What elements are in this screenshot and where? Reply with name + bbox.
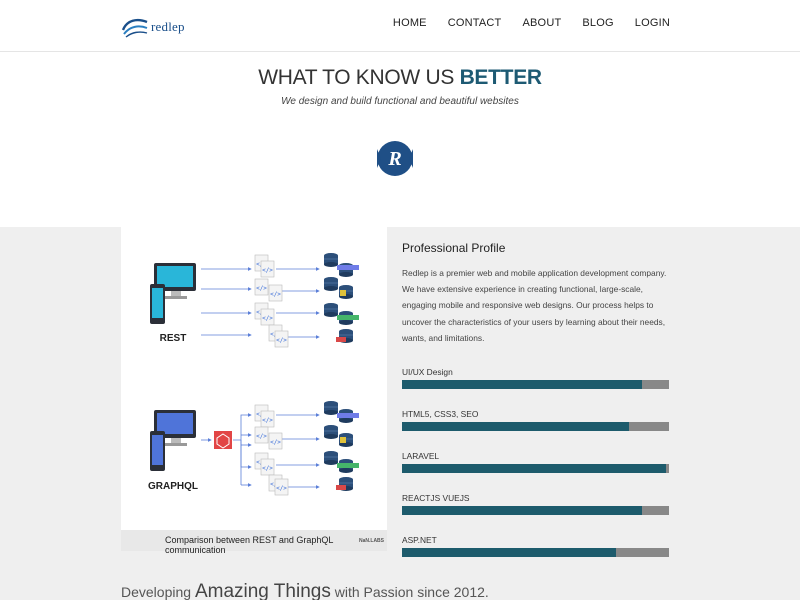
- skill-track: [402, 422, 669, 431]
- skill-reactjs-vuejs: REACTJS VUEJS: [402, 493, 669, 515]
- section-title: WHAT TO KNOW US BETTER: [0, 66, 800, 90]
- tagline-highlight: Amazing Things: [194, 581, 331, 600]
- skill-uiux: UI/UX Design: [402, 367, 669, 389]
- badge-letter: R: [387, 148, 401, 170]
- site-header: redlep HOME CONTACT ABOUT BLOG LOGIN: [0, 0, 800, 52]
- nav-home[interactable]: HOME: [393, 17, 427, 29]
- nav-login[interactable]: LOGIN: [635, 17, 670, 29]
- profile-body: Redlep is a premier web and mobile appli…: [402, 268, 667, 343]
- section-subtitle: We design and build functional and beaut…: [281, 96, 519, 107]
- logo-wave-icon: [121, 18, 148, 38]
- skill-laravel: LARAVEL: [402, 451, 669, 473]
- skill-label: REACTJS VUEJS: [402, 493, 470, 503]
- skill-label: UI/UX Design: [402, 367, 453, 377]
- section-title-accent: BETTER: [459, 66, 543, 89]
- logo[interactable]: redlep: [121, 14, 185, 40]
- skill-fill: [402, 422, 629, 431]
- main-nav: HOME CONTACT ABOUT BLOG LOGIN: [372, 17, 670, 29]
- nav-about[interactable]: ABOUT: [522, 17, 561, 29]
- rest-label: REST: [160, 333, 187, 344]
- graphql-diagram: GRAPHQL: [148, 400, 359, 496]
- section-title-plain: WHAT TO KNOW US: [258, 66, 460, 89]
- skill-aspnet: ASP.NET: [402, 535, 669, 557]
- skill-label: LARAVEL: [402, 451, 440, 461]
- about-section: [0, 227, 800, 600]
- professional-profile: Professional Profile Redlep is a premier…: [402, 241, 670, 346]
- skill-fill: [402, 548, 616, 557]
- diagram-caption: Comparison between REST and GraphQL comm…: [165, 535, 334, 555]
- tagline-post: with Passion since 2012.: [330, 584, 489, 600]
- skill-fill: [402, 464, 667, 473]
- nav-contact[interactable]: CONTACT: [448, 17, 502, 29]
- graphql-label: GRAPHQL: [148, 481, 198, 492]
- tagline: Developing Amazing Things with Passion s…: [121, 581, 489, 600]
- skill-fill: [402, 506, 643, 515]
- tagline-pre: Developing: [121, 584, 195, 600]
- skill-html-css-seo: HTML5, CSS3, SEO: [402, 409, 669, 431]
- logo-text: redlep: [151, 19, 185, 34]
- skill-track: [402, 548, 669, 557]
- rest-vs-graphql-diagram: </> REST GRAPHQL Comparison between REST…: [121, 227, 387, 555]
- nav-blog[interactable]: BLOG: [582, 17, 613, 29]
- diagram-caption-bar: Comparison between REST and GraphQL comm…: [121, 530, 387, 555]
- brand-badge-icon: R: [377, 136, 413, 181]
- diagram-graphic: </> REST GRAPHQL: [148, 252, 359, 496]
- skill-track: [402, 464, 669, 473]
- skill-label: ASP.NET: [402, 535, 437, 545]
- profile-heading: Professional Profile: [402, 241, 506, 255]
- diagram-brand: NaN.LABS: [359, 538, 385, 544]
- skill-track: [402, 380, 669, 389]
- skill-label: HTML5, CSS3, SEO: [402, 409, 479, 419]
- skill-fill: [402, 380, 643, 389]
- skill-track: [402, 506, 669, 515]
- rest-diagram: REST: [150, 252, 359, 348]
